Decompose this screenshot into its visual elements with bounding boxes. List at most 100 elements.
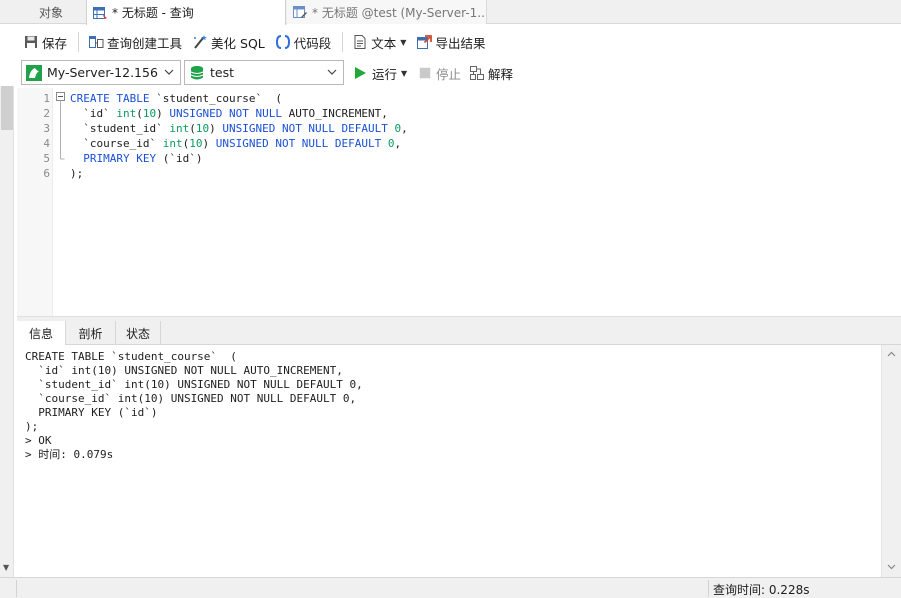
database-select[interactable]: test: [184, 60, 344, 85]
sql-type: int: [162, 137, 183, 150]
tab-profile[interactable]: 剖析: [66, 321, 116, 345]
tab-status[interactable]: 状态: [116, 321, 161, 345]
tab-design-inactive-label: * 无标题 @test (My-Server-1...: [312, 5, 487, 20]
chevron-down-icon: [327, 69, 337, 75]
sql-text: (`id`): [156, 152, 203, 165]
code-line-3: `student_id` int(10) UNSIGNED NOT NULL D…: [70, 121, 408, 136]
line-number: 5: [43, 152, 50, 165]
output-line: `course_id` int(10) UNSIGNED NOT NULL DE…: [25, 392, 357, 405]
server-select[interactable]: My-Server-12.156: [21, 60, 181, 85]
tab-objects[interactable]: 对象: [18, 0, 84, 24]
text-label: 文本: [371, 35, 397, 51]
status-divider: [708, 580, 709, 597]
query-builder-icon: [89, 36, 104, 48]
sql-text: AUTO_INCREMENT,: [281, 107, 388, 120]
sql-text: );: [70, 167, 84, 180]
beautify-sql-button[interactable]: 美化 SQL: [189, 30, 268, 54]
sql-number: 10: [142, 107, 157, 120]
fold-marker-icon[interactable]: [56, 92, 65, 172]
text-dropdown-button[interactable]: 文本 ▼: [349, 30, 409, 54]
connection-toolbar: My-Server-12.156 test 运行 ▼ 停止 解释: [0, 59, 901, 87]
line-number-gutter: 1 2 3 4 5 6: [17, 88, 53, 316]
line-number: 2: [43, 107, 50, 120]
explain-icon: [470, 66, 484, 80]
export-results-button[interactable]: 导出结果: [413, 30, 488, 54]
sql-keyword: UNSIGNED NOT NULL: [169, 107, 282, 120]
scrollbar-thumb[interactable]: [1, 86, 13, 130]
save-label: 保存: [42, 35, 68, 51]
query-builder-label: 查询创建工具: [107, 35, 183, 51]
code-snippet-icon: [275, 35, 290, 49]
sql-text: ): [202, 137, 216, 150]
toolbar-divider: [78, 32, 80, 52]
tab-query-active-label: * 无标题 - 查询: [112, 6, 194, 20]
sql-text: ): [156, 107, 170, 120]
tab-design-inactive[interactable]: * 无标题 @test (My-Server-1...: [287, 0, 487, 24]
sql-editor[interactable]: 1 2 3 4 5 6 CREATE TABLE `student_course…: [17, 88, 901, 316]
stop-button[interactable]: 停止: [418, 61, 461, 85]
toolbar-divider: [342, 32, 344, 52]
output-line: > OK: [25, 434, 52, 447]
query-builder-button[interactable]: 查询创建工具: [85, 30, 185, 54]
database-icon: [190, 65, 204, 79]
save-icon: [25, 36, 37, 48]
output-line: CREATE TABLE `student_course` (: [25, 350, 237, 363]
server-select-value: My-Server-12.156: [47, 65, 158, 80]
code-snippet-button[interactable]: 代码段: [272, 30, 335, 54]
result-tab-bar: 信息 剖析 状态: [17, 321, 901, 346]
export-results-icon: [417, 35, 433, 49]
tab-bar: 对象 * 无标题 - 查询 * 无标题 @test (My-Server-1..…: [0, 0, 901, 25]
code-line-2: `id` int(10) UNSIGNED NOT NULL AUTO_INCR…: [70, 106, 388, 121]
sql-number: 10: [195, 122, 210, 135]
output-line: `id` int(10) UNSIGNED NOT NULL AUTO_INCR…: [25, 364, 343, 377]
sql-keyword: UNSIGNED NOT NULL DEFAULT: [222, 122, 388, 135]
sql-keyword: UNSIGNED NOT NULL DEFAULT: [215, 137, 382, 150]
left-panel-scrollbar[interactable]: ▼: [0, 86, 14, 598]
line-number: 4: [43, 137, 50, 150]
play-icon: [355, 67, 366, 79]
main-toolbar: 保存 查询创建工具 美化 SQL 代码段 文本 ▼ 导出结果: [0, 28, 901, 56]
chevron-down-icon: ▼: [401, 68, 408, 78]
sql-type: int: [169, 122, 190, 135]
tab-objects-label: 对象: [38, 5, 63, 20]
line-number: 6: [43, 167, 50, 180]
output-line: PRIMARY KEY (`id`): [25, 406, 158, 419]
query-time-label: 查询时间: 0.228s: [713, 583, 810, 597]
tab-profile-label: 剖析: [78, 326, 103, 341]
save-button[interactable]: 保存: [20, 30, 70, 54]
output-scrollbar[interactable]: [881, 345, 901, 577]
code-line-5: PRIMARY KEY (`id`): [70, 151, 202, 166]
beautify-sql-label: 美化 SQL: [211, 35, 265, 51]
stop-icon: [419, 67, 431, 79]
output-line: > 时间: 0.079s: [25, 448, 114, 461]
chevron-down-icon[interactable]: ▼: [3, 563, 9, 572]
sql-text: ): [209, 122, 223, 135]
output-line: );: [25, 420, 39, 433]
mysql-connection-icon: [26, 64, 42, 81]
tab-query-active[interactable]: * 无标题 - 查询: [86, 0, 286, 25]
message-output[interactable]: CREATE TABLE `student_course` ( `id` int…: [17, 345, 881, 577]
run-label: 运行: [372, 66, 398, 82]
chevron-down-icon: [164, 69, 174, 75]
explain-button[interactable]: 解释: [469, 61, 513, 85]
code-line-1: CREATE TABLE `student_course` (: [70, 91, 282, 106]
query-table-icon: [93, 6, 107, 19]
scroll-down-icon[interactable]: [887, 562, 896, 571]
table-design-icon: [293, 6, 307, 18]
magic-wand-icon: [194, 35, 207, 49]
text-document-icon: [354, 35, 366, 49]
tab-info[interactable]: 信息: [17, 321, 66, 346]
sql-keyword: CREATE TABLE: [70, 92, 150, 105]
sql-text: ,: [401, 122, 408, 135]
sql-type: int: [116, 107, 137, 120]
status-bar: 查询时间: 0.228s: [0, 577, 901, 598]
sql-number: 0: [387, 137, 395, 150]
sql-keyword: PRIMARY KEY: [70, 152, 157, 165]
tab-status-label: 状态: [125, 326, 150, 341]
sql-text: `student_id`: [70, 122, 170, 135]
scroll-up-icon[interactable]: [887, 350, 896, 359]
tab-info-label: 信息: [28, 327, 53, 341]
stop-label: 停止: [436, 66, 462, 82]
run-button[interactable]: 运行 ▼: [352, 61, 407, 85]
